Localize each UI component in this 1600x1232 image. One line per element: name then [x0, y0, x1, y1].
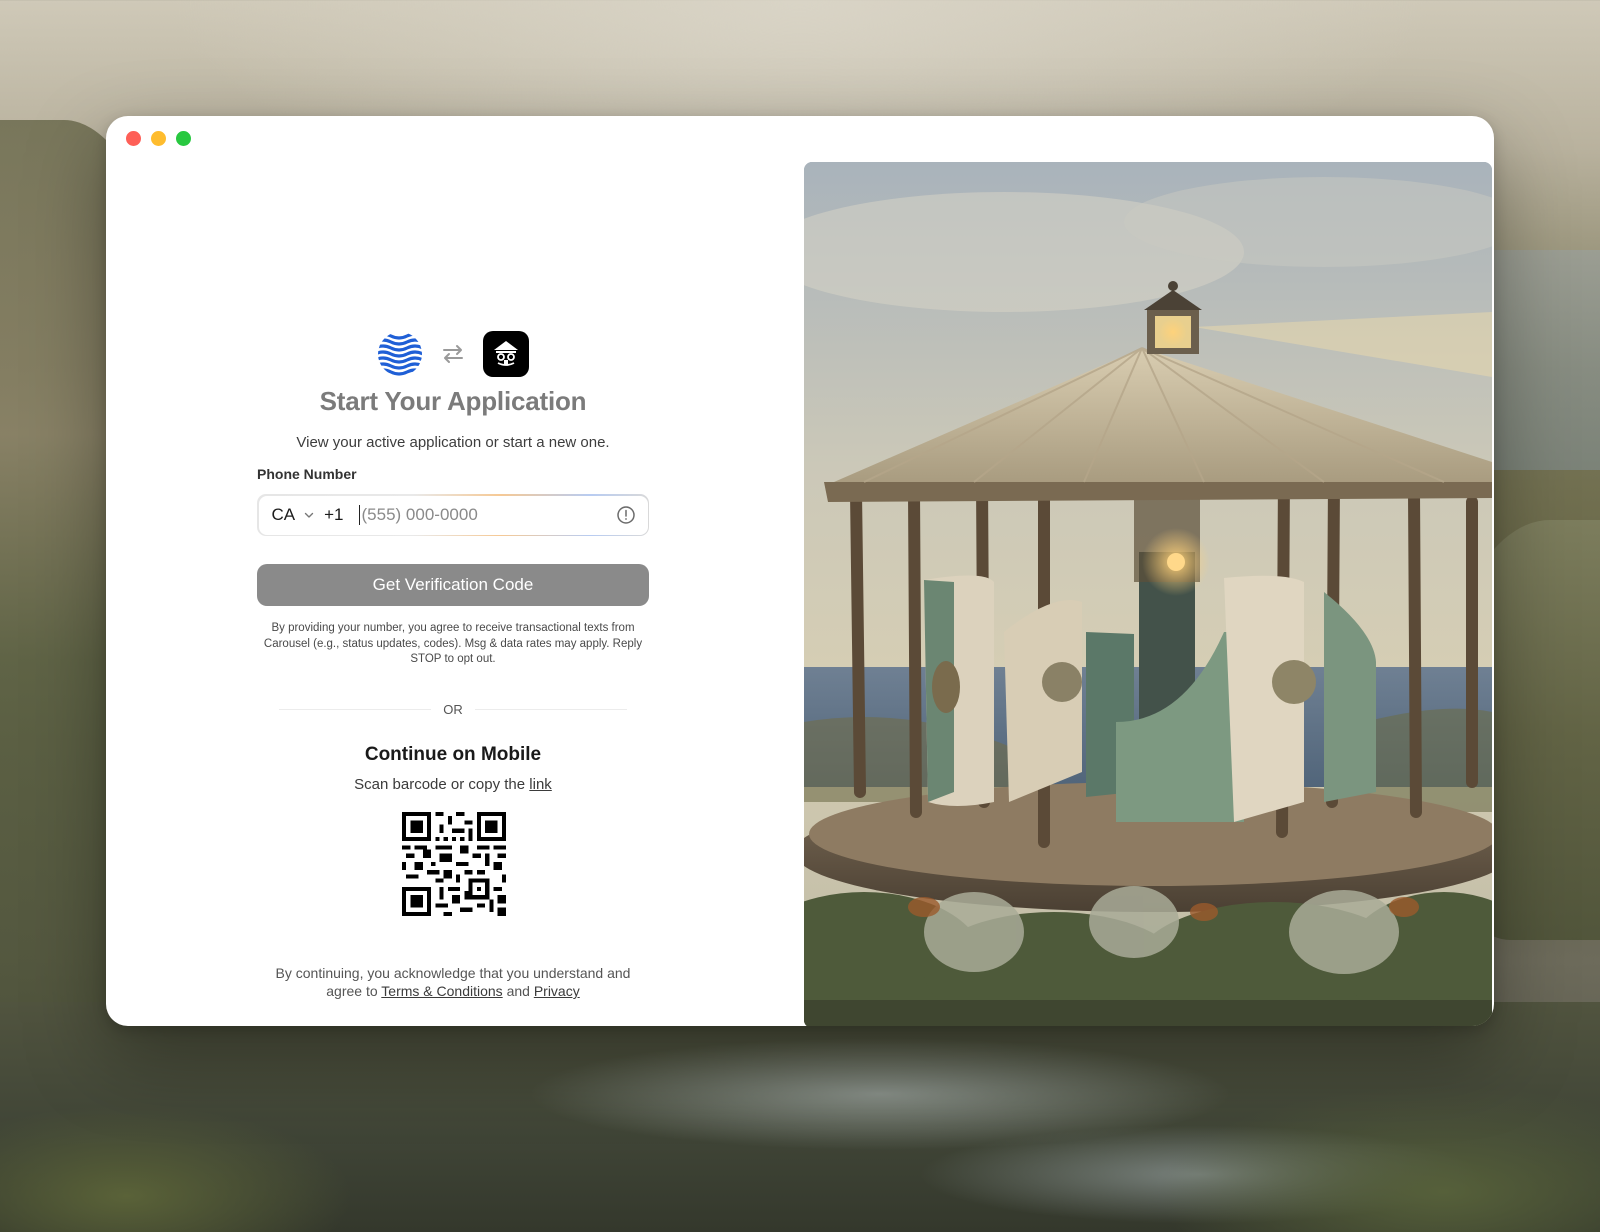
get-verification-code-button[interactable]: Get Verification Code — [257, 564, 649, 606]
country-select[interactable]: CA — [272, 505, 296, 525]
background-brush-right — [1080, 1032, 1600, 1232]
divider-line-right — [474, 709, 627, 710]
phone-number-input[interactable] — [358, 505, 616, 525]
continue-on-mobile-title: Continue on Mobile — [364, 744, 542, 765]
lighthouse-pavilion-painting — [804, 162, 1492, 1026]
continue-on-mobile-subtitle: Scan barcode or copy the link — [257, 776, 649, 793]
legal-prefix: agree to — [326, 983, 378, 999]
signup-panel: Start Your Application View your active … — [106, 116, 804, 1026]
legal-and: and — [506, 983, 530, 999]
copy-link[interactable]: link — [529, 776, 552, 793]
legal-notice: By continuing, you acknowledge that you … — [257, 964, 649, 1000]
phone-number-label: Phone Number — [257, 466, 357, 482]
chevron-down-icon[interactable] — [303, 509, 315, 521]
phone-number-field: CA +1 — [257, 494, 649, 536]
or-divider: OR — [279, 702, 627, 717]
terms-link[interactable]: Terms & Conditions — [381, 983, 502, 999]
scan-instructions: Scan barcode or copy the — [354, 776, 526, 793]
qr-code — [402, 812, 506, 916]
background-brush-left — [0, 1052, 420, 1232]
app-window: Start Your Application View your active … — [106, 116, 1494, 1026]
painting-illustration — [804, 162, 1492, 1026]
alert-circle-icon[interactable] — [616, 505, 636, 525]
divider-line-left — [279, 709, 432, 710]
carousel-app-icon — [483, 331, 529, 377]
logo-row — [377, 331, 529, 377]
dial-code: +1 — [324, 505, 344, 524]
wave-logo-icon — [378, 332, 422, 376]
page-subtitle: View your active application or start a … — [296, 434, 610, 451]
or-label: OR — [443, 702, 463, 717]
sms-disclaimer: By providing your number, you agree to r… — [263, 622, 643, 665]
background-stream — [0, 1002, 1600, 1232]
swap-arrows-icon — [443, 345, 463, 363]
page-title: Start Your Application — [319, 386, 587, 416]
legal-line-1: By continuing, you acknowledge that you … — [275, 965, 631, 981]
privacy-link[interactable]: Privacy — [534, 983, 580, 999]
